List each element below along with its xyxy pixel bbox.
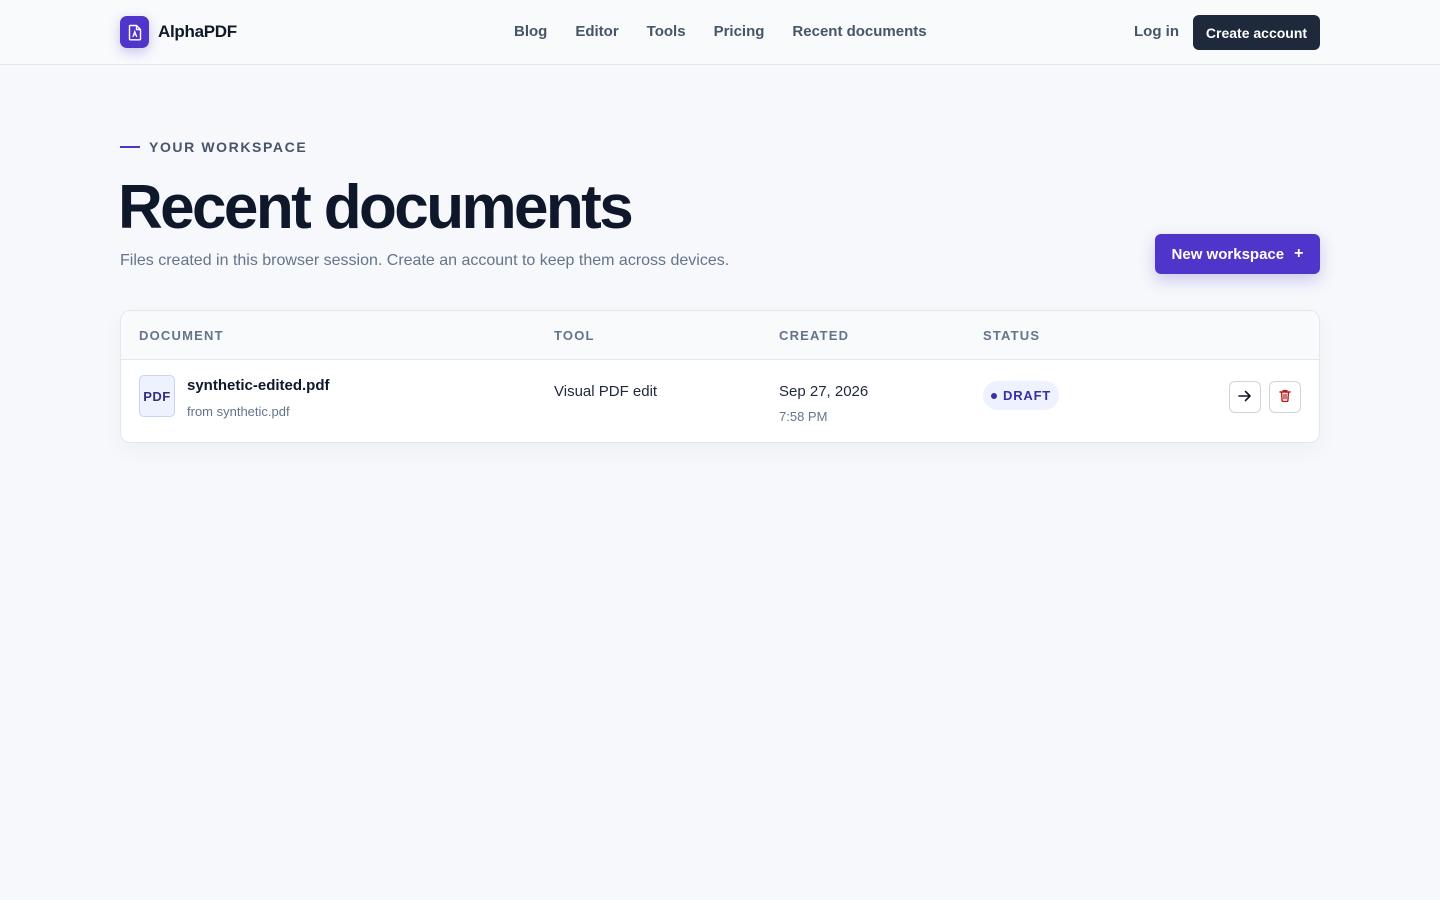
arrow-right-icon: [1238, 390, 1252, 405]
trash-icon: [1279, 389, 1291, 405]
documents-table: DOCUMENT TOOL CREATED STATUS PDF synthet…: [120, 310, 1320, 443]
top-navigation-bar: AlphaPDF Blog Editor Tools Pricing Recen…: [0, 0, 1440, 65]
page-subtitle: Files created in this browser session. C…: [120, 252, 730, 269]
column-header-tool: TOOL: [554, 328, 595, 343]
brand-name: AlphaPDF: [158, 22, 237, 41]
created-date: Sep 27, 2026: [779, 383, 869, 400]
delete-document-button[interactable]: [1269, 381, 1301, 413]
nav-link-tools[interactable]: Tools: [647, 23, 686, 40]
section-eyebrow: YOUR WORKSPACE: [120, 139, 307, 155]
nav-link-editor[interactable]: Editor: [575, 23, 618, 40]
new-workspace-label: New workspace: [1171, 245, 1285, 263]
pdf-file-icon: [120, 16, 149, 48]
column-header-document: DOCUMENT: [139, 328, 224, 343]
nav-link-blog[interactable]: Blog: [514, 23, 547, 40]
plus-icon: +: [1294, 245, 1304, 262]
column-header-created: CREATED: [779, 328, 850, 343]
nav-link-recent-documents[interactable]: Recent documents: [792, 23, 926, 40]
nav-link-pricing[interactable]: Pricing: [714, 23, 765, 40]
main-nav: Blog Editor Tools Pricing Recent documen…: [514, 23, 927, 40]
new-workspace-button[interactable]: New workspace +: [1155, 234, 1320, 274]
eyebrow-text: YOUR WORKSPACE: [149, 139, 308, 155]
status-dot-icon: [991, 392, 997, 399]
status-text: DRAFT: [1003, 388, 1052, 403]
document-name[interactable]: synthetic-edited.pdf: [187, 377, 330, 394]
pdf-badge-icon: PDF: [139, 375, 175, 417]
table-header: DOCUMENT TOOL CREATED STATUS: [121, 311, 1319, 360]
document-source: from synthetic.pdf: [187, 404, 290, 419]
table-row[interactable]: PDF synthetic-edited.pdf from synthetic.…: [121, 360, 1319, 442]
login-link[interactable]: Log in: [1134, 23, 1179, 40]
created-time: 7:58 PM: [779, 409, 828, 424]
eyebrow-divider: [120, 146, 140, 148]
open-document-button[interactable]: [1229, 381, 1261, 413]
brand-link[interactable]: AlphaPDF: [120, 16, 237, 48]
page-title: Recent documents: [118, 173, 634, 242]
create-account-button[interactable]: Create account: [1193, 15, 1320, 50]
document-tool: Visual PDF edit: [554, 383, 658, 400]
status-badge: DRAFT: [983, 381, 1060, 410]
column-header-status: STATUS: [983, 328, 1041, 343]
